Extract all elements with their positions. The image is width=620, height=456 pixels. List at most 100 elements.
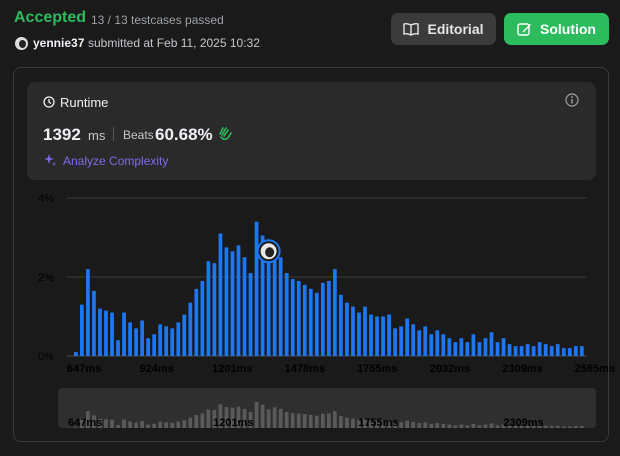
mini-chart-bar: [260, 404, 265, 428]
chart-bar[interactable]: [465, 342, 470, 356]
chart-bar[interactable]: [429, 334, 434, 356]
chart-bar[interactable]: [363, 306, 367, 356]
chart-bar[interactable]: [152, 334, 157, 356]
mini-chart-bar: [423, 422, 428, 428]
chart-bar[interactable]: [266, 259, 271, 356]
marker-avatar-shape: [265, 247, 275, 258]
chart-bar[interactable]: [278, 257, 283, 356]
mini-chart-bar: [278, 408, 283, 428]
chart-bar[interactable]: [200, 280, 205, 356]
chart-bar[interactable]: [375, 316, 379, 357]
chart-bar[interactable]: [453, 342, 458, 356]
chart-bar[interactable]: [74, 352, 78, 356]
chart-bar[interactable]: [296, 280, 301, 356]
chart-bar[interactable]: [80, 304, 84, 356]
chart-bar[interactable]: [351, 306, 355, 356]
mini-chart-bar: [441, 423, 446, 428]
chart-bar[interactable]: [116, 340, 120, 356]
chart-bar[interactable]: [357, 312, 361, 356]
chart-bar[interactable]: [339, 294, 343, 356]
chart-bar[interactable]: [531, 346, 536, 356]
chart-bar[interactable]: [302, 284, 307, 356]
mini-chart-bar: [206, 409, 211, 428]
chart-bar[interactable]: [579, 346, 584, 356]
chart-bar[interactable]: [447, 338, 452, 356]
chart-bar[interactable]: [326, 280, 331, 356]
user-runtime-marker[interactable]: [256, 239, 281, 264]
chart-bar[interactable]: [387, 314, 391, 356]
chart-bar[interactable]: [417, 330, 422, 356]
chart-bar[interactable]: [399, 326, 404, 356]
chart-bar[interactable]: [182, 314, 187, 356]
chart-bar[interactable]: [525, 344, 530, 356]
chart-bar[interactable]: [164, 326, 169, 356]
chart-bar[interactable]: [345, 302, 349, 356]
chart-bar[interactable]: [561, 348, 566, 356]
chart-bar[interactable]: [206, 261, 211, 356]
chart-bar[interactable]: [513, 346, 518, 356]
chart-bar[interactable]: [158, 324, 163, 356]
chart-bar[interactable]: [146, 338, 151, 356]
chart-bar[interactable]: [369, 314, 373, 356]
chart-bar[interactable]: [519, 346, 524, 356]
chart-bar[interactable]: [555, 344, 560, 356]
mini-chart-bar: [465, 425, 470, 428]
chart-bar[interactable]: [405, 318, 410, 356]
chart-bar[interactable]: [549, 346, 554, 356]
chart-bar[interactable]: [308, 288, 313, 356]
chart-bar[interactable]: [128, 322, 132, 356]
chart-bar[interactable]: [393, 328, 397, 356]
chart-bar[interactable]: [543, 344, 548, 356]
chart-bar[interactable]: [134, 328, 138, 356]
chart-bar[interactable]: [507, 344, 512, 356]
chart-bar[interactable]: [224, 247, 229, 356]
chart-bar[interactable]: [320, 282, 325, 356]
chart-bar[interactable]: [501, 338, 506, 356]
chart-bar[interactable]: [489, 332, 494, 356]
chart-bar[interactable]: [248, 273, 253, 356]
chart-labels: 0% 2% 4% 647ms 924ms 1201ms 1478ms 1755ms 2032ms…: [38, 193, 615, 429]
chart-bar[interactable]: [218, 233, 223, 356]
chart-bar[interactable]: [194, 288, 199, 356]
chart-bar[interactable]: [140, 320, 144, 356]
chart-bar[interactable]: [242, 257, 247, 356]
chart-bar[interactable]: [272, 249, 277, 356]
chart-bar[interactable]: [537, 342, 542, 356]
chart-bar[interactable]: [92, 290, 96, 356]
chart-bars[interactable]: [74, 221, 584, 357]
mini-chart-bar: [447, 424, 452, 428]
chart-bar[interactable]: [104, 310, 108, 356]
chart-bar[interactable]: [236, 245, 241, 356]
chart-bar[interactable]: [567, 348, 572, 356]
chart-bar[interactable]: [435, 330, 440, 356]
x-tick-label: 924ms: [140, 363, 174, 375]
mini-chart-bar: [308, 414, 313, 428]
chart-bar[interactable]: [477, 342, 482, 356]
chart-bar[interactable]: [483, 338, 488, 356]
chart-bar[interactable]: [423, 326, 428, 356]
mini-chart-bar: [302, 414, 307, 428]
chart-bar[interactable]: [110, 312, 114, 356]
chart-bar[interactable]: [254, 221, 259, 356]
chart-bar[interactable]: [333, 269, 337, 356]
chart-bar[interactable]: [411, 324, 416, 356]
chart-bar[interactable]: [290, 278, 295, 356]
chart-bar[interactable]: [98, 308, 102, 356]
chart-bar[interactable]: [86, 269, 90, 356]
chart-bar[interactable]: [170, 328, 175, 356]
mini-chart-bar: [164, 422, 169, 428]
chart-bar[interactable]: [495, 342, 500, 356]
chart-bar[interactable]: [459, 338, 464, 356]
chart-bar[interactable]: [471, 334, 476, 356]
chart-bar[interactable]: [188, 302, 193, 356]
chart-bar[interactable]: [441, 334, 446, 356]
chart-bar[interactable]: [212, 263, 217, 356]
chart-bar[interactable]: [314, 292, 319, 356]
chart-bar[interactable]: [284, 273, 289, 356]
chart-bar[interactable]: [381, 316, 385, 357]
chart-bar[interactable]: [573, 346, 578, 356]
chart-bar[interactable]: [176, 322, 181, 356]
mini-chart-bar: [345, 417, 349, 428]
chart-bar[interactable]: [122, 312, 126, 356]
chart-bar[interactable]: [230, 251, 235, 356]
